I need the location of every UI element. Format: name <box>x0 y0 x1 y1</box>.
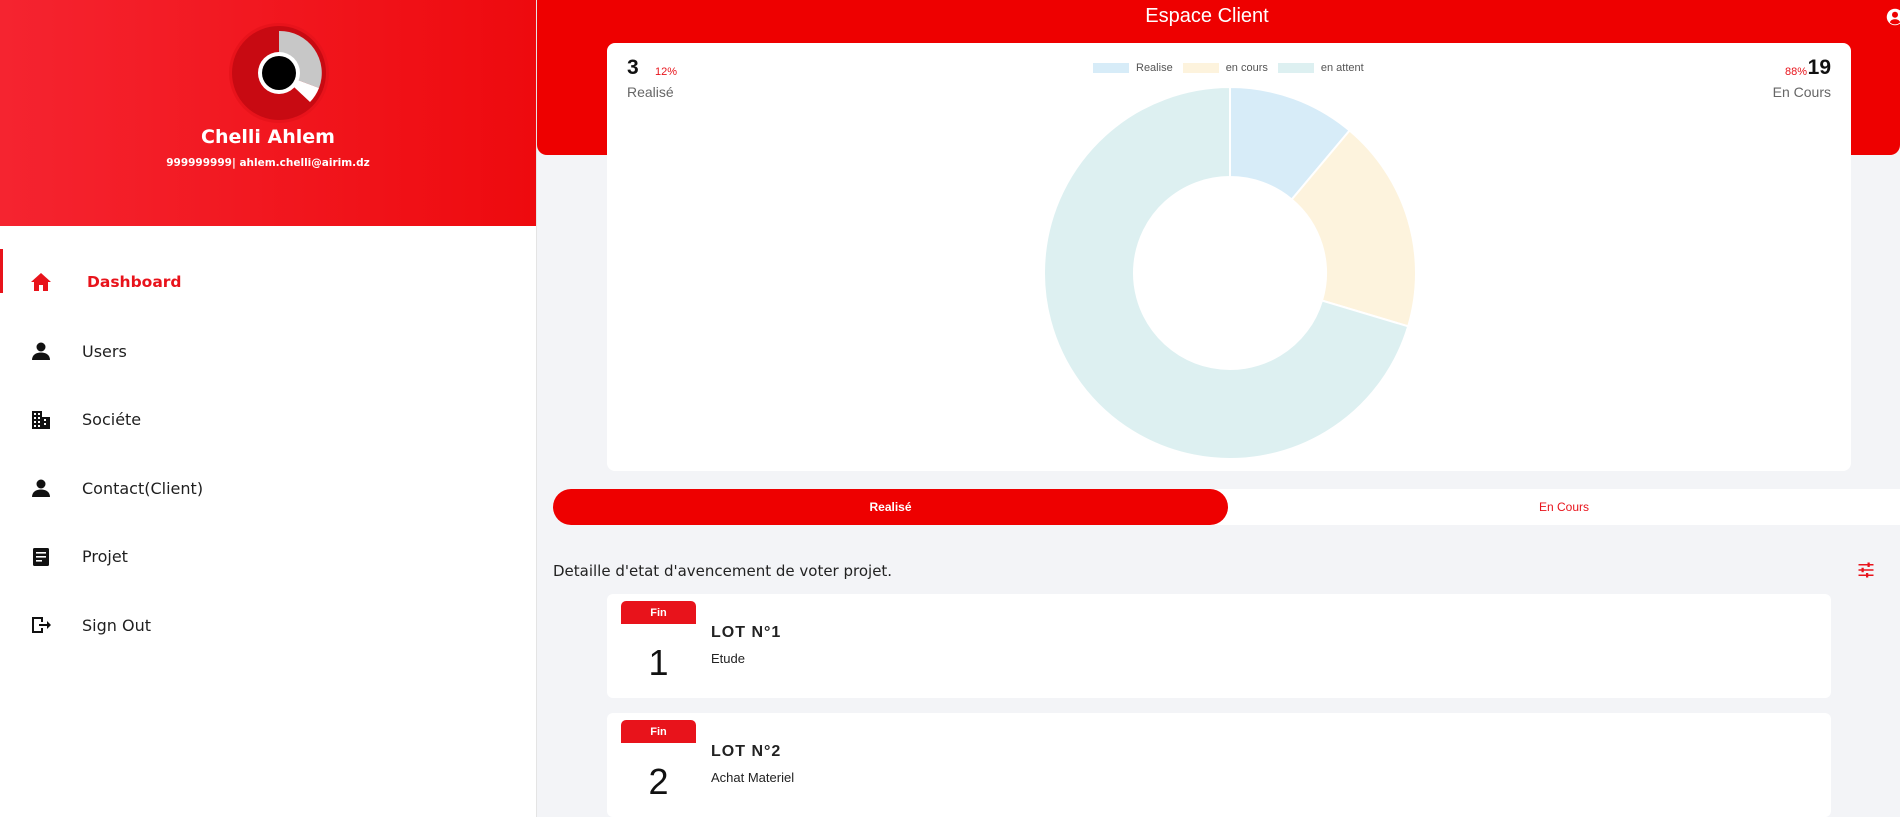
realise-label: Realisé <box>627 84 674 100</box>
en-cours-label: En Cours <box>1772 84 1831 100</box>
realise-count: 3 <box>627 56 639 79</box>
page-title: Espace Client <box>1145 5 1269 27</box>
account-circle-icon[interactable] <box>1886 8 1900 26</box>
realise-percent: 12% <box>655 66 678 78</box>
lot-subtitle: Etude <box>711 651 745 666</box>
en-cours-count: 19 <box>1807 56 1831 79</box>
legend-item-realise[interactable]: Realise <box>1093 62 1173 74</box>
toggle-realise-button[interactable]: Realisé <box>553 489 1228 525</box>
sidebar-item-users[interactable]: Users <box>0 317 537 386</box>
legend-swatch <box>1277 63 1314 73</box>
sidebar-item-label: Sociéte <box>82 410 142 430</box>
sign-out-icon <box>29 613 53 637</box>
lot-title: LOT N°1 <box>711 624 782 641</box>
sidebar-item-label: Dashboard <box>87 273 182 291</box>
sidebar-item-societe[interactable]: Sociéte <box>0 386 537 455</box>
sidebar-nav: Dashboard Users Sociéte Contact(Client) … <box>0 247 537 660</box>
home-icon <box>29 270 53 294</box>
section-title: Detaille d'etat d'avencement de voter pr… <box>553 562 893 580</box>
document-icon <box>29 545 53 569</box>
sidebar-item-label: Users <box>82 341 127 361</box>
logo-icon <box>234 28 324 118</box>
sidebar-item-dashboard[interactable]: Dashboard <box>0 247 537 317</box>
legend-label: Realise <box>1136 62 1173 74</box>
sidebar-item-contact-client[interactable]: Contact(Client) <box>0 454 537 523</box>
profile-header: Chelli Ahlem 999999999| ahlem.chelli@air… <box>0 0 536 226</box>
lot-number: 2 <box>648 761 669 802</box>
legend-label: en attent <box>1320 62 1364 74</box>
legend-item-en-attent[interactable]: en attent <box>1277 62 1364 74</box>
sidebar-item-label: Sign Out <box>82 615 151 635</box>
toggle-en-cours-button[interactable]: En Cours <box>1228 489 1900 525</box>
legend-swatch <box>1093 63 1129 73</box>
legend-swatch <box>1182 63 1219 73</box>
lot-status-badge: Fin <box>621 720 696 743</box>
lot-card[interactable]: Fin 2 LOT N°2 Achat Materiel <box>607 713 1831 817</box>
sidebar-item-projet[interactable]: Projet <box>0 523 537 592</box>
en-cours-percent: 88% <box>1784 66 1807 78</box>
lot-number: 1 <box>648 642 669 683</box>
legend-item-en-cours[interactable]: en cours <box>1182 62 1268 74</box>
lot-subtitle: Achat Materiel <box>711 770 795 785</box>
building-icon <box>29 408 53 432</box>
status-toggle: Realisé En Cours <box>553 489 1900 525</box>
person-icon <box>29 476 53 500</box>
filter-icon[interactable] <box>1857 561 1875 579</box>
profile-contact: 999999999| ahlem.chelli@airim.dz <box>166 157 370 169</box>
person-icon <box>29 339 53 363</box>
lot-title: LOT N°2 <box>711 743 782 760</box>
legend-label: en cours <box>1225 62 1268 74</box>
chart-legend: Realise en cours en attent <box>1093 62 1364 74</box>
sidebar-item-label: Contact(Client) <box>82 478 204 498</box>
sidebar-item-sign-out[interactable]: Sign Out <box>0 591 537 660</box>
donut-chart[interactable] <box>1042 85 1418 461</box>
lot-status-badge: Fin <box>621 601 696 624</box>
sidebar-item-label: Projet <box>82 547 128 567</box>
profile-name: Chelli Ahlem <box>201 126 335 148</box>
sidebar: Chelli Ahlem 999999999| ahlem.chelli@air… <box>0 0 537 817</box>
avatar[interactable] <box>232 26 326 120</box>
chart-card: 3 12% Realisé 88% 19 En Cours Realise en… <box>607 43 1851 471</box>
lot-card[interactable]: Fin 1 LOT N°1 Etude <box>607 594 1831 698</box>
